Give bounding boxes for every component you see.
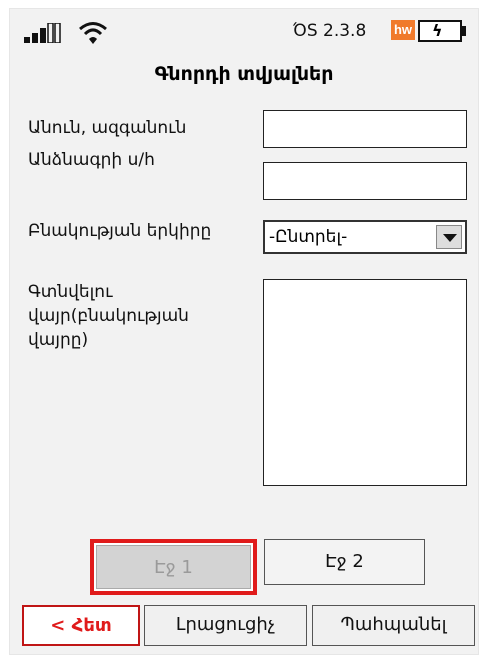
name-label: Անուն, ազգանուն (28, 118, 187, 138)
country-selected-value: -Ընտրել- (269, 227, 348, 247)
passport-label: Անձնագրի ս/հ (28, 150, 155, 170)
chevron-down-icon[interactable] (436, 225, 462, 249)
os-version: ΌS 2.3.8 (293, 21, 367, 41)
country-label: Բնակության երկիրը (28, 221, 212, 241)
page-title: Գնորդի տվյալներ (154, 63, 334, 85)
additional-button[interactable]: Լրացուցիչ (144, 605, 307, 646)
country-select[interactable]: -Ընտրել- (263, 220, 467, 254)
signal-strength-icon (24, 23, 61, 43)
wifi-icon (79, 22, 107, 44)
status-bar: ΌS 2.3.8 hw ϟ (10, 9, 478, 47)
page-2-button[interactable]: Էջ 2 (264, 539, 425, 585)
hw-badge: hw (391, 20, 415, 40)
battery-icon: ϟ (418, 20, 466, 42)
page-1-label: Էջ 1 (96, 545, 251, 589)
passport-input[interactable] (263, 162, 467, 200)
back-button[interactable]: < Հետ (22, 605, 140, 646)
charging-bolt-icon: ϟ (432, 21, 443, 40)
name-input[interactable] (263, 110, 467, 148)
page-1-button[interactable]: Էջ 1 (90, 539, 257, 595)
location-label: Գտնվելու վայր(բնակության վայրը) (28, 282, 189, 350)
phone-screen: ΌS 2.3.8 hw ϟ Գնորդի տվյալներ Անուն, ազգ… (9, 8, 479, 655)
location-textarea[interactable] (263, 279, 467, 486)
save-button[interactable]: Պահպանել (312, 605, 475, 646)
